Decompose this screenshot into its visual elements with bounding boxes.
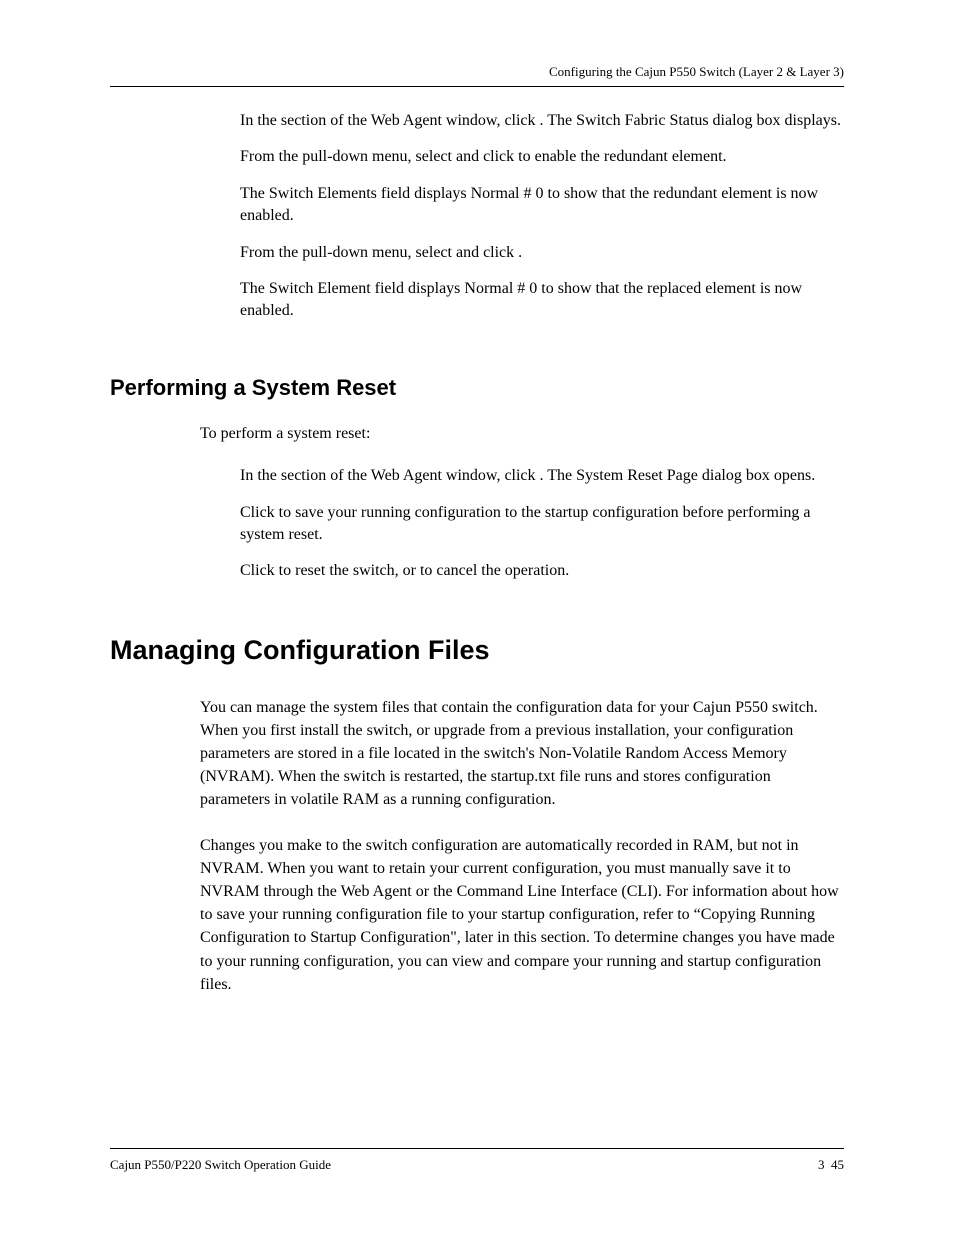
step-text: Click to save your running configuration… <box>240 502 844 547</box>
body-paragraph: Changes you make to the switch configura… <box>200 834 844 996</box>
footer-left: Cajun P550/P220 Switch Operation Guide <box>110 1157 331 1173</box>
step-text: From the pull-down menu, select and clic… <box>240 242 844 264</box>
step-text: From the pull-down menu, select and clic… <box>240 146 844 168</box>
heading-performing-system-reset: Performing a System Reset <box>110 375 844 401</box>
footer-right: 3 45 <box>818 1157 844 1173</box>
body-paragraph: You can manage the system files that con… <box>200 696 844 812</box>
footer-rule <box>110 1148 844 1149</box>
step-result: The Switch Elements field displays Norma… <box>240 183 844 228</box>
step-result: The Switch Element field displays Normal… <box>240 278 844 323</box>
header-rule <box>110 86 844 87</box>
running-header: Configuring the Cajun P550 Switch (Layer… <box>549 64 844 80</box>
step-text: Click to reset the switch, or to cancel … <box>240 560 844 582</box>
page-content: In the section of the Web Agent window, … <box>110 110 844 1018</box>
step-text: In the section of the Web Agent window, … <box>240 465 844 487</box>
intro-text: To perform a system reset: <box>200 423 844 445</box>
step-text: In the section of the Web Agent window, … <box>240 110 844 132</box>
heading-managing-configuration-files: Managing Configuration Files <box>110 635 844 666</box>
